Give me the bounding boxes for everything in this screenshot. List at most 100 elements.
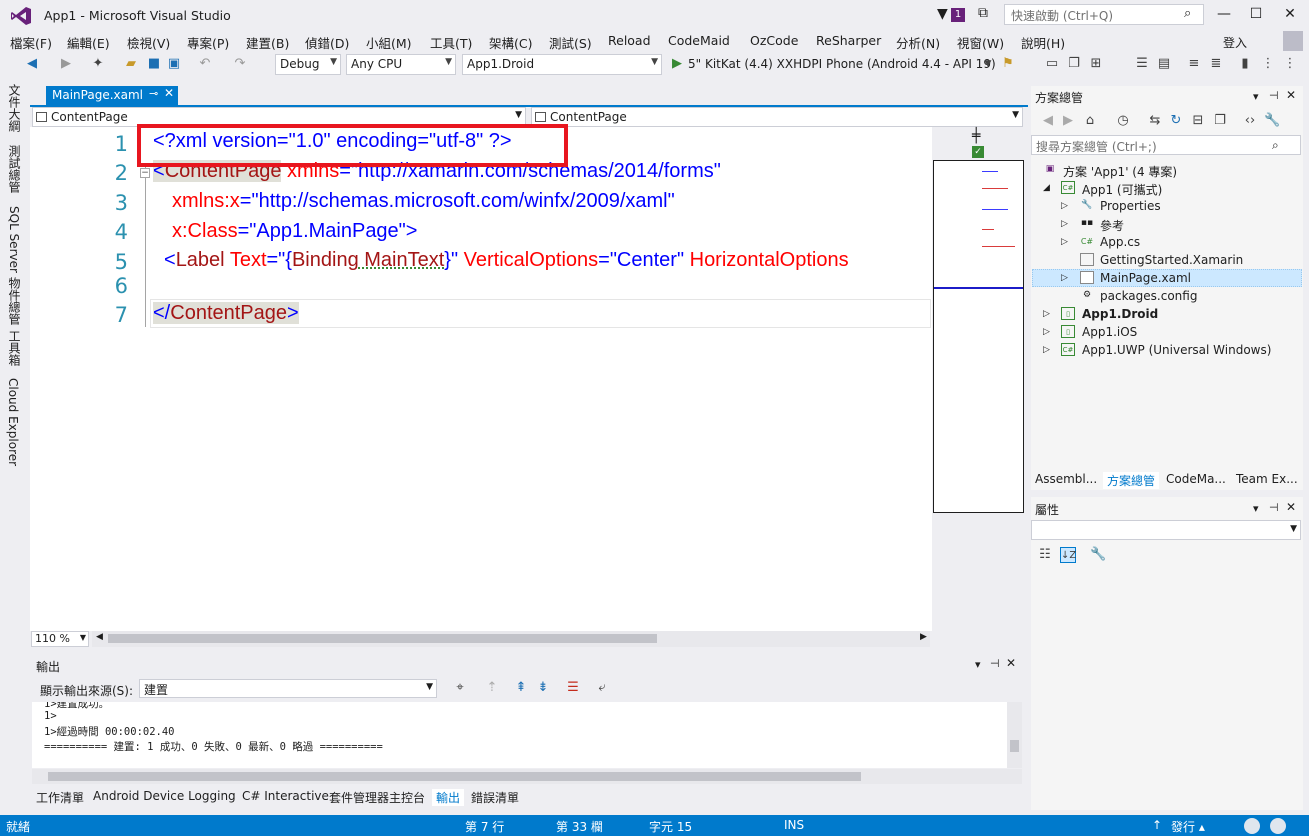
menu-help[interactable]: 說明(H)	[1021, 33, 1065, 52]
menu-window[interactable]: 視窗(W)	[957, 33, 1004, 52]
back-icon[interactable]: ◀	[1040, 113, 1056, 129]
sync-icon[interactable]: ⇆	[1147, 113, 1163, 129]
tree-item-app1-portable[interactable]: App1 (可攜式)	[1082, 181, 1162, 198]
categorized-icon[interactable]: ☷	[1037, 547, 1053, 563]
quick-launch-input[interactable]: 快速啟動 (Ctrl+Q)	[1004, 4, 1204, 25]
tree-item-mainpage-xaml[interactable]: MainPage.xaml	[1100, 271, 1191, 285]
pin-icon[interactable]: ⊸	[149, 87, 158, 100]
tree-item-app1-ios[interactable]: App1.iOS	[1082, 325, 1137, 339]
solution-search-input[interactable]: 搜尋方案總管 (Ctrl+;)	[1031, 135, 1301, 155]
nav-right-select[interactable]: ContentPage ▼	[531, 107, 1023, 127]
outdent-icon[interactable]: ≣	[1208, 56, 1224, 72]
collapsed-icon[interactable]: ▷	[1043, 327, 1050, 337]
start-debug-icon[interactable]: ▶	[672, 56, 682, 71]
back-icon[interactable]: ◀	[24, 56, 40, 72]
bookmark-list-icon[interactable]: ☰	[1134, 56, 1150, 72]
search-icon[interactable]: ⌕	[1272, 138, 1279, 153]
tab-error-list[interactable]: 錯誤清單	[471, 789, 519, 806]
menu-file[interactable]: 檔案(F)	[10, 33, 52, 52]
tree-item-app1-uwp[interactable]: App1.UWP (Universal Windows)	[1082, 343, 1271, 357]
pane-close-icon[interactable]: ✕	[1006, 656, 1016, 670]
copy-icon[interactable]: ❐	[1066, 56, 1082, 72]
menu-reload[interactable]: Reload	[608, 33, 651, 48]
find-icon[interactable]: ⊞	[1088, 56, 1104, 72]
clear-all-icon[interactable]: ☰	[565, 680, 581, 696]
tab-close-icon[interactable]: ✕	[164, 86, 174, 100]
tab-test-explorer[interactable]: 測試總管	[6, 145, 23, 193]
account-icon[interactable]	[1283, 31, 1303, 51]
tree-item-properties[interactable]: Properties	[1100, 199, 1161, 213]
menu-edit[interactable]: 編輯(E)	[67, 33, 110, 52]
menu-codemaid[interactable]: CodeMaid	[668, 33, 730, 48]
notification-badge[interactable]: 1	[951, 8, 965, 22]
solution-platform-select[interactable]: Any CPU ▼	[346, 54, 456, 75]
maximize-button[interactable]: ☐	[1244, 4, 1268, 24]
pane-close-icon[interactable]: ✕	[1286, 88, 1296, 102]
tab-toolbox[interactable]: 工具箱	[6, 330, 23, 366]
tree-item-getting-started[interactable]: GettingStarted.Xamarin	[1100, 253, 1243, 267]
properties-wrench-icon[interactable]: 🔧	[1264, 113, 1280, 129]
redo-icon[interactable]: ↷	[232, 56, 248, 72]
collapse-all-icon[interactable]: ⊟	[1190, 113, 1206, 129]
refresh-icon[interactable]: ↻	[1168, 113, 1184, 129]
collapsed-icon[interactable]: ▷	[1061, 201, 1068, 211]
collapsed-icon[interactable]: ▷	[1061, 237, 1068, 247]
prev-bookmark-icon[interactable]: ⋮	[1260, 56, 1276, 72]
next-bookmark-icon[interactable]: ⋮	[1282, 56, 1298, 72]
scroll-right-icon[interactable]: ▶	[920, 632, 927, 642]
menu-view[interactable]: 檢視(V)	[127, 33, 170, 52]
tab-codemaid[interactable]: CodeMa...	[1166, 472, 1226, 486]
find-next-icon[interactable]: ⇟	[535, 680, 551, 696]
save-icon[interactable]: ■	[146, 56, 162, 72]
menu-build[interactable]: 建置(B)	[246, 33, 289, 52]
collapsed-icon[interactable]: ▷	[1043, 345, 1050, 355]
menu-debug[interactable]: 偵錯(D)	[305, 33, 349, 52]
undo-icon[interactable]: ↶	[197, 56, 213, 72]
tree-item-app-cs[interactable]: App.cs	[1100, 235, 1140, 249]
forward-icon[interactable]: ▶	[1060, 113, 1076, 129]
minimize-button[interactable]: —	[1212, 4, 1236, 24]
search-icon[interactable]: ⌕	[1184, 6, 1191, 21]
publish-button[interactable]: 發行 ▴	[1171, 818, 1205, 835]
editor-tab-mainpage[interactable]: MainPage.xaml ⊸ ✕	[46, 86, 178, 106]
show-all-files-icon[interactable]: ❐	[1212, 113, 1228, 129]
indent-icon[interactable]: ≡	[1186, 56, 1202, 72]
pane-pin-icon[interactable]: ⊣	[1269, 501, 1279, 514]
feedback-smile-icon[interactable]	[1244, 818, 1260, 834]
tab-sql-server-explorer[interactable]: SQL Server 物件總管	[6, 206, 23, 325]
start-debug-button[interactable]: 5" KitKat (4.4) XXHDPI Phone (Android 4.…	[688, 57, 996, 71]
properties-object-select[interactable]: ▼	[1031, 520, 1301, 540]
comment-icon[interactable]: ▤	[1156, 56, 1172, 72]
feedback-icon[interactable]: ⧉	[978, 5, 988, 21]
scrollbar-minimap[interactable]	[933, 160, 1024, 513]
tab-output[interactable]: 輸出	[432, 789, 465, 806]
editor-scroll-thumb[interactable]	[108, 634, 657, 643]
tab-document-outline[interactable]: 文件大綱	[6, 84, 23, 132]
attach-icon[interactable]: ⚑	[1000, 56, 1016, 72]
scroll-left-icon[interactable]: ◀	[96, 632, 103, 642]
tab-cloud-explorer[interactable]: Cloud Explorer	[6, 378, 20, 466]
view-code-icon[interactable]: ‹›	[1242, 113, 1258, 129]
menu-architecture[interactable]: 架構(C)	[489, 33, 532, 52]
find-prev-icon[interactable]: ⇞	[513, 680, 529, 696]
open-file-icon[interactable]: ▰	[123, 56, 139, 72]
tab-package-manager-console[interactable]: 套件管理器主控台	[329, 789, 425, 806]
home-icon[interactable]: ⌂	[1082, 113, 1098, 129]
pane-menu-icon[interactable]: ▾	[1253, 502, 1259, 515]
menu-test[interactable]: 測試(S)	[549, 33, 592, 52]
close-button[interactable]: ✕	[1278, 4, 1302, 24]
menu-ozcode[interactable]: OzCode	[750, 33, 798, 48]
menu-analyze[interactable]: 分析(N)	[896, 33, 940, 52]
menu-resharper[interactable]: ReSharper	[816, 33, 881, 48]
output-text-area[interactable]: 1>建置成功。 1> 1>經過時間 00:00:02.40 ==========…	[32, 702, 1007, 768]
collapsed-icon[interactable]: ▷	[1061, 273, 1068, 283]
forward-icon[interactable]: ▶	[58, 56, 74, 72]
menu-team[interactable]: 小組(M)	[366, 33, 412, 52]
tab-android-device-logging[interactable]: Android Device Logging	[93, 789, 236, 803]
tree-item-references[interactable]: 參考	[1100, 217, 1124, 234]
filter-icon[interactable]: ▼	[937, 6, 948, 22]
collapse-icon[interactable]: −	[140, 168, 150, 178]
property-pages-icon[interactable]: 🔧	[1090, 547, 1106, 563]
tab-csharp-interactive[interactable]: C# Interactive	[242, 789, 329, 803]
tree-item-app1-droid[interactable]: App1.Droid	[1082, 307, 1158, 321]
